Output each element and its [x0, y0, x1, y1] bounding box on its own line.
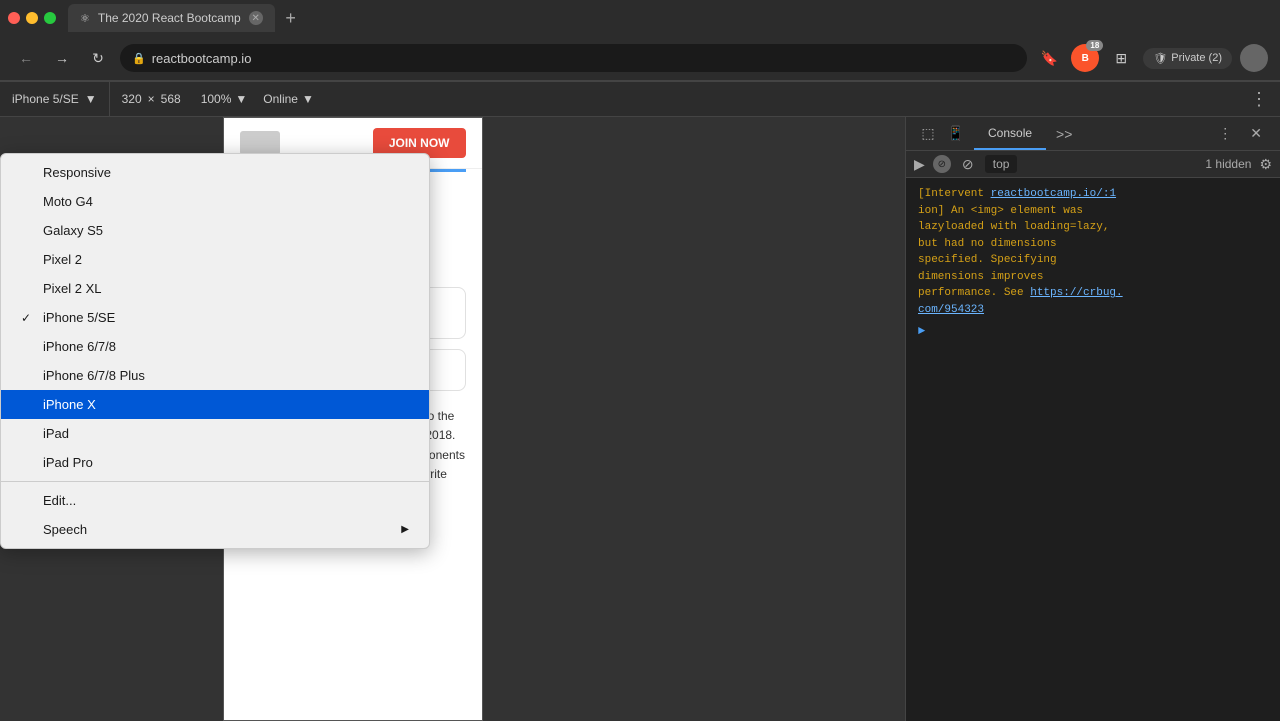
tab-bar: ⚛ The 2020 React Bootcamp ✕ + — [0, 0, 1280, 36]
online-selector[interactable]: Online ▼ — [255, 92, 322, 106]
console-link-2[interactable]: https://crbug.com/954323 — [918, 287, 1123, 316]
dropdown-label-ipad: iPad — [43, 426, 69, 441]
console-content: [Intervent reactbootcamp.io/:1 ion] An <… — [906, 178, 1280, 721]
device-selector-chevron: ▼ — [85, 92, 97, 106]
tab-title: The 2020 React Bootcamp — [98, 11, 241, 25]
browser-chrome: ⚛ The 2020 React Bootcamp ✕ + ← → ↻ 🔒 re… — [0, 0, 1280, 81]
dropdown-label-pixel-2-xl: Pixel 2 XL — [43, 281, 102, 296]
brave-badge: 18 — [1086, 40, 1103, 51]
console-tab[interactable]: Console — [974, 118, 1046, 150]
devtools-panel: ⬚ 📱 Console >> ⋮ ✕ ▶ ⊘ ⊘ top 1 hidden ⚙ … — [905, 117, 1280, 721]
online-value: Online — [263, 92, 298, 106]
height-value[interactable]: 568 — [161, 92, 181, 106]
close-window-button[interactable] — [8, 12, 20, 24]
brave-icon[interactable]: B 18 — [1071, 44, 1099, 72]
console-message-1: [Intervent reactbootcamp.io/:1 ion] An <… — [918, 186, 1268, 318]
device-name: iPhone 5/SE — [12, 92, 79, 106]
nav-bar: ← → ↻ 🔒 reactbootcamp.io 🔖 B 18 ⊞ 🛡 Priv… — [0, 36, 1280, 80]
dimension-separator: × — [148, 92, 155, 106]
console-context-selector[interactable]: top — [985, 155, 1018, 173]
devtools-tabs: ⬚ 📱 Console >> ⋮ ✕ — [906, 117, 1280, 151]
dropdown-label-iphone-678: iPhone 6/7/8 — [43, 339, 116, 354]
devtools-close-button[interactable]: ✕ — [1240, 117, 1272, 150]
traffic-lights — [8, 12, 56, 24]
dropdown-item-edit[interactable]: Edit... — [1, 486, 429, 515]
dropdown-item-pixel-2[interactable]: Pixel 2 — [1, 245, 429, 274]
dropdown-item-galaxy-s5[interactable]: Galaxy S5 — [1, 216, 429, 245]
minimize-window-button[interactable] — [26, 12, 38, 24]
new-tab-button[interactable]: + — [279, 6, 303, 30]
console-chevron[interactable]: ► — [918, 324, 1268, 338]
bookmark-button[interactable]: 🔖 — [1035, 44, 1063, 72]
dimension-display: 320 × 568 — [110, 92, 193, 106]
dropdown-item-iphone-678-plus[interactable]: iPhone 6/7/8 Plus — [1, 361, 429, 390]
dropdown-item-moto-g4[interactable]: Moto G4 — [1, 187, 429, 216]
devtools-toolbar: iPhone 5/SE ▼ 320 × 568 100% ▼ Online ▼ … — [0, 81, 1280, 117]
console-hidden-count: 1 hidden — [1205, 157, 1251, 171]
lock-icon: 🔒 — [132, 52, 146, 65]
devtools-options-button[interactable]: ⋮ — [1210, 117, 1240, 150]
inspect-element-button[interactable]: ⬚ — [914, 120, 942, 148]
dropdown-label-iphone-x: iPhone X — [43, 397, 96, 412]
tab-close-button[interactable]: ✕ — [249, 11, 263, 25]
maximize-window-button[interactable] — [44, 12, 56, 24]
extensions-button[interactable]: ⊞ — [1107, 44, 1135, 72]
online-chevron: ▼ — [302, 92, 314, 106]
checkmark-iphone-5se: ✓ — [21, 311, 35, 325]
dropdown-label-iphone-5se: iPhone 5/SE — [43, 310, 115, 325]
browser-tab[interactable]: ⚛ The 2020 React Bootcamp ✕ — [68, 4, 275, 32]
dropdown-label-galaxy-s5: Galaxy S5 — [43, 223, 103, 238]
console-filter-button[interactable]: ⊘ — [959, 155, 977, 173]
address-bar[interactable]: 🔒 reactbootcamp.io — [120, 44, 1027, 72]
profile-icon[interactable] — [1240, 44, 1268, 72]
dropdown-item-ipad-pro[interactable]: iPad Pro — [1, 448, 429, 477]
device-selector[interactable]: iPhone 5/SE ▼ — [0, 82, 110, 116]
tab-favicon: ⚛ — [80, 12, 90, 25]
shield-icon: 🛡 — [1153, 52, 1167, 65]
zoom-value: 100% — [201, 92, 232, 106]
device-mode-button[interactable]: 📱 — [942, 120, 970, 148]
devtools-tab-more[interactable]: >> — [1046, 118, 1082, 150]
dropdown-label-responsive: Responsive — [43, 165, 111, 180]
console-settings-button[interactable]: ⚙ — [1259, 156, 1272, 173]
dropdown-item-iphone-678[interactable]: iPhone 6/7/8 — [1, 332, 429, 361]
nav-right-actions: 🔖 B 18 ⊞ 🛡 Private (2) — [1035, 44, 1268, 72]
play-icon: ▶ — [914, 156, 925, 173]
back-button[interactable]: ← — [12, 44, 40, 72]
zoom-selector[interactable]: 100% ▼ — [193, 92, 256, 106]
toolbar-more-button[interactable]: ⋮ — [1238, 89, 1280, 110]
private-mode-button[interactable]: 🛡 Private (2) — [1143, 48, 1232, 69]
console-link-1[interactable]: reactbootcamp.io/:1 — [991, 188, 1116, 200]
intervent-text: [Intervent reactbootcamp.io/:1 ion] An <… — [918, 188, 1123, 316]
forward-button[interactable]: → — [48, 44, 76, 72]
site-logo-placeholder — [240, 131, 280, 155]
dropdown-item-iphone-x[interactable]: iPhone X — [1, 390, 429, 419]
dropdown-divider — [1, 481, 429, 482]
dropdown-item-ipad[interactable]: iPad — [1, 419, 429, 448]
console-clear-button[interactable]: ⊘ — [933, 155, 951, 173]
dropdown-item-speech[interactable]: Speech ▶ — [1, 515, 429, 544]
main-area: JOIN NOW ct Hooks The best way to build … — [0, 117, 1280, 721]
zoom-chevron: ▼ — [235, 92, 247, 106]
dropdown-item-iphone-5se[interactable]: ✓ iPhone 5/SE — [1, 303, 429, 332]
private-label: Private (2) — [1171, 52, 1222, 64]
console-sub-toolbar: ▶ ⊘ ⊘ top 1 hidden ⚙ — [906, 151, 1280, 178]
dropdown-label-pixel-2: Pixel 2 — [43, 252, 82, 267]
dropdown-label-moto-g4: Moto G4 — [43, 194, 93, 209]
speech-submenu-arrow: ▶ — [401, 524, 409, 535]
dropdown-label-speech: Speech — [43, 522, 87, 537]
dropdown-label-iphone-678-plus: iPhone 6/7/8 Plus — [43, 368, 145, 383]
width-value[interactable]: 320 — [122, 92, 142, 106]
address-text: reactbootcamp.io — [152, 51, 252, 66]
dropdown-label-ipad-pro: iPad Pro — [43, 455, 93, 470]
device-dropdown-menu: Responsive Moto G4 Galaxy S5 Pixel 2 Pix… — [0, 153, 430, 549]
dropdown-item-responsive[interactable]: Responsive — [1, 158, 429, 187]
reload-button[interactable]: ↻ — [84, 44, 112, 72]
preview-area: JOIN NOW ct Hooks The best way to build … — [0, 117, 905, 721]
dropdown-label-edit: Edit... — [43, 493, 76, 508]
dropdown-item-pixel-2-xl[interactable]: Pixel 2 XL — [1, 274, 429, 303]
